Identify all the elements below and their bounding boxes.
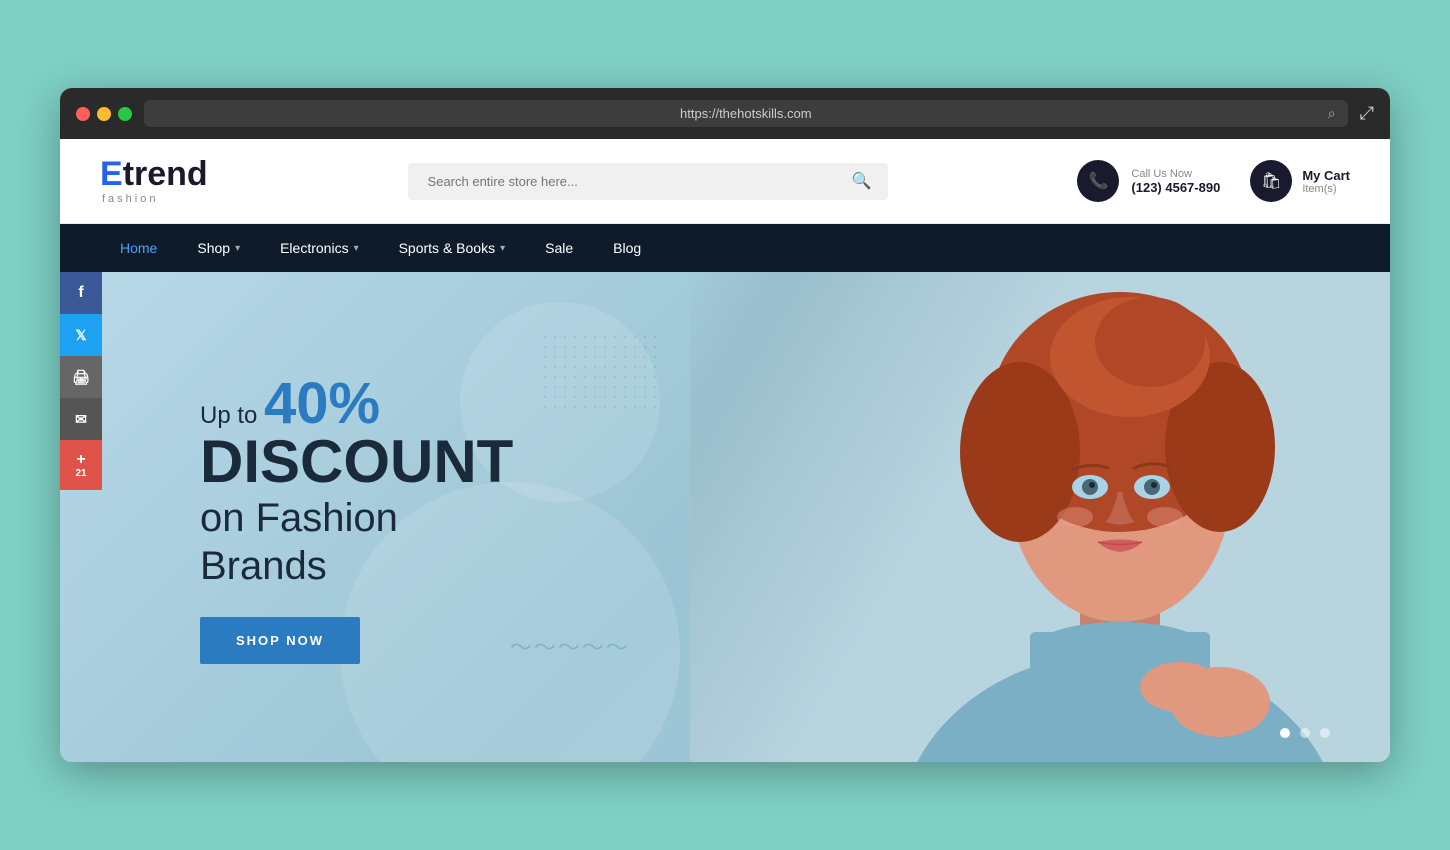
traffic-light-yellow[interactable] bbox=[97, 107, 111, 121]
nav-label-home: Home bbox=[120, 240, 157, 256]
browser-window: https://thehotskills.com ⌕ ⤢ Etrend fash… bbox=[60, 88, 1390, 762]
site-content: Etrend fashion 🔍 📞 bbox=[60, 139, 1390, 762]
cart-text: My Cart Item(s) bbox=[1302, 168, 1350, 195]
url-text: https://thehotskills.com bbox=[680, 106, 812, 121]
nav-item-home[interactable]: Home bbox=[100, 224, 177, 272]
hero-wave-decoration: 〜〜〜〜〜 bbox=[510, 630, 630, 662]
search-button[interactable]: 🔍 bbox=[848, 167, 876, 195]
email-icon: ✉ bbox=[75, 411, 87, 428]
hero-subtitle-line2: Brands bbox=[200, 544, 513, 589]
contact-text: Call Us Now (123) 4567-890 bbox=[1131, 168, 1220, 195]
facebook-button[interactable]: f bbox=[60, 272, 102, 314]
print-icon: 🖨 bbox=[72, 369, 90, 386]
expand-icon[interactable]: ⤢ bbox=[1360, 103, 1374, 124]
nav-label-sports-books: Sports & Books bbox=[399, 240, 496, 256]
chevron-down-icon-2: ▾ bbox=[354, 243, 359, 254]
header-right: 📞 Call Us Now (123) 4567-890 🛍 My Cart I… bbox=[1077, 160, 1350, 202]
hero-content: Up to 40% DISCOUNT on Fashion Brands SHO… bbox=[60, 370, 513, 664]
chevron-down-icon: ▾ bbox=[235, 243, 240, 254]
slider-dots bbox=[1280, 728, 1330, 738]
nav-item-electronics[interactable]: Electronics ▾ bbox=[260, 224, 379, 272]
search-input[interactable] bbox=[420, 163, 848, 200]
logo-text: Etrend bbox=[100, 157, 208, 191]
address-search-icon: ⌕ bbox=[1328, 105, 1336, 122]
hero-discount: 40% bbox=[264, 371, 380, 436]
facebook-icon: f bbox=[78, 284, 83, 302]
hero-section-wrapper: f 𝕏 🖨 ✉ + 21 bbox=[60, 272, 1390, 762]
hero-banner: 〜〜〜〜〜 bbox=[60, 272, 1390, 762]
slider-dot-1[interactable] bbox=[1280, 728, 1290, 738]
search-area: 🔍 bbox=[408, 163, 888, 200]
search-bar: 🔍 bbox=[408, 163, 888, 200]
slider-dot-3[interactable] bbox=[1320, 728, 1330, 738]
hero-pre-text: Up to 40% bbox=[200, 370, 513, 437]
nav-label-electronics: Electronics bbox=[280, 240, 348, 256]
phone-icon: 📞 bbox=[1077, 160, 1119, 202]
cart-icon: 🛍 bbox=[1250, 160, 1292, 202]
contact-area: 📞 Call Us Now (123) 4567-890 bbox=[1077, 160, 1220, 202]
traffic-lights bbox=[76, 107, 132, 121]
logo-e: E bbox=[100, 155, 123, 193]
logo-sub: fashion bbox=[102, 193, 208, 205]
shop-now-button[interactable]: SHOP NOW bbox=[200, 617, 360, 664]
slider-dot-2[interactable] bbox=[1300, 728, 1310, 738]
hero-title: DISCOUNT bbox=[200, 432, 513, 492]
nav-item-sale[interactable]: Sale bbox=[525, 224, 593, 272]
address-bar[interactable]: https://thehotskills.com ⌕ bbox=[144, 100, 1348, 127]
print-button[interactable]: 🖨 bbox=[60, 356, 102, 398]
traffic-light-green[interactable] bbox=[118, 107, 132, 121]
site-header: Etrend fashion 🔍 📞 bbox=[60, 139, 1390, 224]
plus-icon: + bbox=[76, 452, 85, 468]
hero-subtitle-line1: on Fashion bbox=[200, 492, 513, 544]
phone-number: (123) 4567-890 bbox=[1131, 180, 1220, 195]
cart-items: Item(s) bbox=[1302, 183, 1350, 195]
nav-item-blog[interactable]: Blog bbox=[593, 224, 661, 272]
plus-button[interactable]: + 21 bbox=[60, 440, 102, 490]
traffic-light-red[interactable] bbox=[76, 107, 90, 121]
cart-area[interactable]: 🛍 My Cart Item(s) bbox=[1250, 160, 1350, 202]
social-sidebar: f 𝕏 🖨 ✉ + 21 bbox=[60, 272, 102, 490]
nav-bar: Home Shop ▾ Electronics ▾ Sports & Books… bbox=[60, 224, 1390, 272]
browser-chrome: https://thehotskills.com ⌕ ⤢ bbox=[60, 88, 1390, 139]
call-label: Call Us Now bbox=[1131, 168, 1220, 180]
logo-trend: trend bbox=[123, 155, 208, 193]
nav-label-blog: Blog bbox=[613, 240, 641, 256]
twitter-icon: 𝕏 bbox=[75, 327, 86, 344]
cart-label: My Cart bbox=[1302, 168, 1350, 183]
logo[interactable]: Etrend fashion bbox=[100, 157, 208, 205]
search-icon: 🔍 bbox=[852, 173, 872, 190]
nav-item-sports-books[interactable]: Sports & Books ▾ bbox=[379, 224, 526, 272]
twitter-button[interactable]: 𝕏 bbox=[60, 314, 102, 356]
hero-model-image bbox=[690, 272, 1390, 762]
chevron-down-icon-3: ▾ bbox=[500, 243, 505, 254]
plus-count: 21 bbox=[75, 468, 86, 479]
email-button[interactable]: ✉ bbox=[60, 398, 102, 440]
nav-item-shop[interactable]: Shop ▾ bbox=[177, 224, 260, 272]
nav-label-shop: Shop bbox=[197, 240, 230, 256]
nav-label-sale: Sale bbox=[545, 240, 573, 256]
